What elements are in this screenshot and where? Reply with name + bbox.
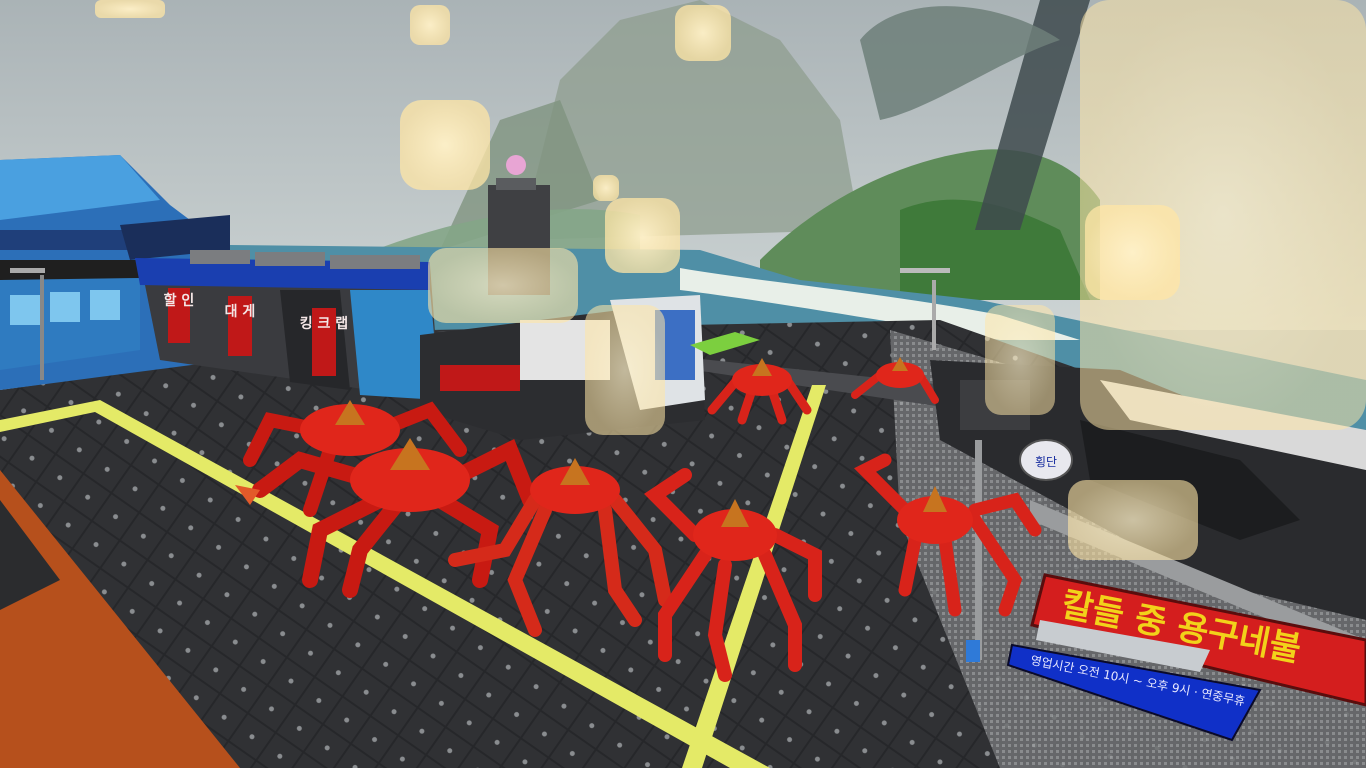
vertical-sign-left-text: 할 인 bbox=[164, 292, 195, 309]
vertical-sign-right-text: 킹 크 랩 bbox=[300, 315, 348, 332]
vertical-sign-mid-text: 대 게 bbox=[225, 304, 256, 320]
game-viewport[interactable]: 할 인 대 게 킹 크 랩 횡단 칼들 중 용구네불 영업시간 오전 10시 ~… bbox=[0, 0, 1366, 768]
round-sign-text: 횡단 bbox=[1035, 455, 1057, 469]
